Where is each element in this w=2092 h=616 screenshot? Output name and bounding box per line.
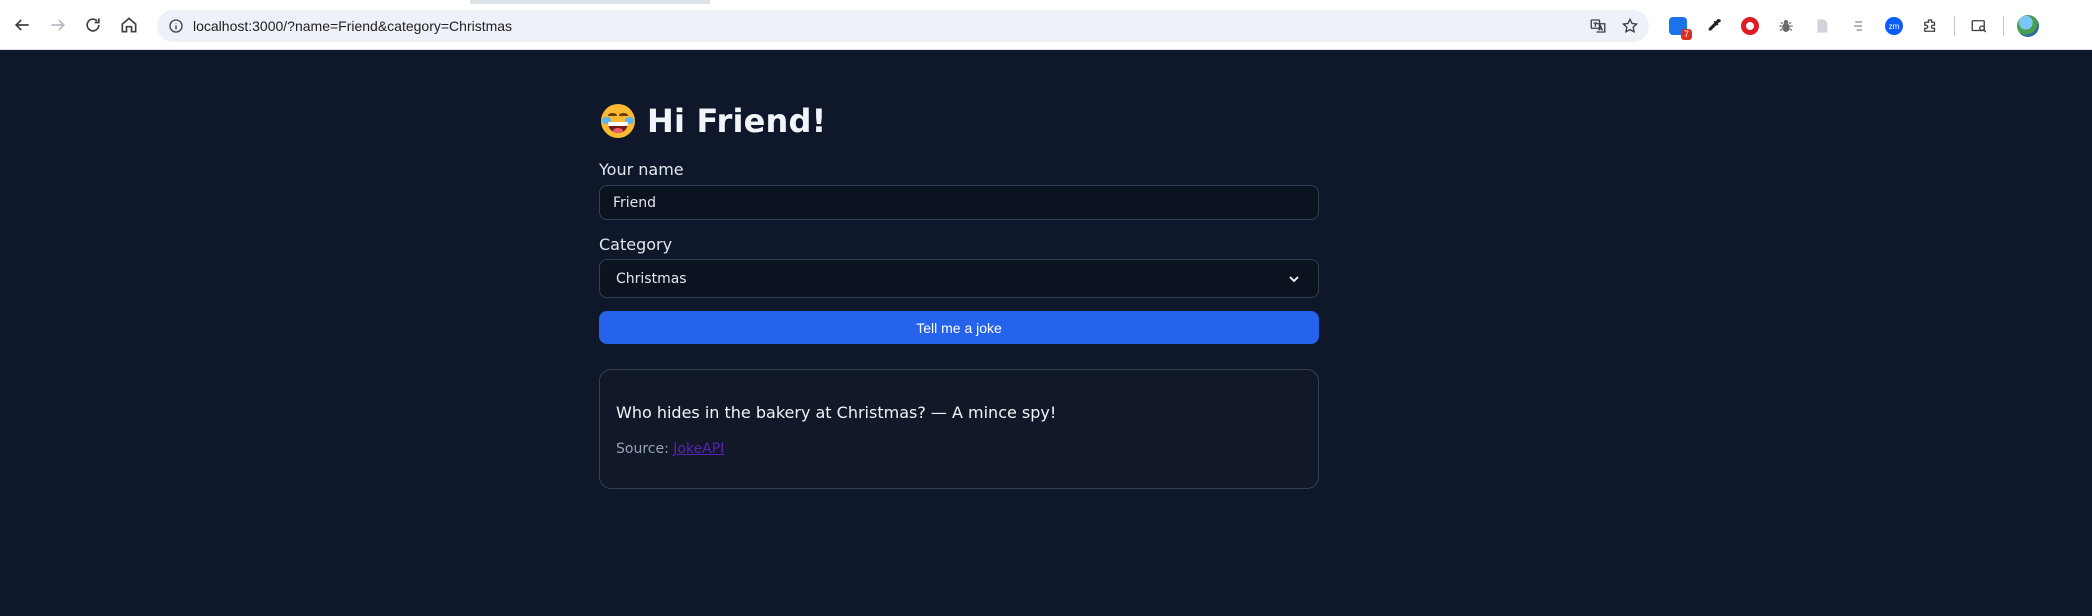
page-heading: Hi Friend!	[601, 102, 826, 140]
category-label: Category	[599, 235, 673, 254]
back-arrow-icon	[14, 19, 29, 31]
extension-meet-icon[interactable]: 7	[1660, 9, 1696, 43]
source-link[interactable]: JokeAPI	[673, 441, 724, 457]
category-select[interactable]: Christmas	[599, 259, 1319, 298]
home-button[interactable]	[111, 7, 147, 43]
page-body: Hi Friend! Your name Category Christmas …	[0, 50, 2092, 616]
url-text[interactable]: localhost:3000/?name=Friend&category=Chr…	[193, 18, 512, 34]
page-title: Hi Friend!	[647, 102, 827, 140]
list-icon[interactable]	[1840, 9, 1876, 43]
forward-arrow-icon	[51, 19, 66, 31]
joke-text: Who hides in the bakery at Christmas? — …	[616, 403, 1057, 422]
name-input[interactable]	[599, 185, 1319, 220]
toolbar-separator	[2003, 16, 2004, 36]
joke-source: Source: JokeAPI	[616, 441, 724, 457]
site-info-icon[interactable]	[161, 11, 191, 41]
puzzle-extensions-icon[interactable]	[1912, 9, 1948, 43]
extension-badge: 7	[1680, 29, 1692, 40]
bug-icon[interactable]	[1768, 9, 1804, 43]
reload-icon	[86, 18, 100, 32]
back-button[interactable]	[4, 7, 40, 43]
source-prefix: Source:	[616, 441, 669, 457]
tab-strip	[0, 0, 2092, 4]
browser-toolbar: localhost:3000/?name=Friend&category=Chr…	[0, 0, 2092, 50]
opera-icon[interactable]	[1732, 9, 1768, 43]
toolbar-separator	[1954, 16, 1955, 36]
joke-card: Who hides in the bakery at Christmas? — …	[599, 369, 1319, 489]
profile-avatar[interactable]	[2010, 9, 2046, 43]
eyedropper-icon[interactable]	[1696, 9, 1732, 43]
document-icon[interactable]	[1804, 9, 1840, 43]
forward-button[interactable]	[40, 7, 76, 43]
zoom-extension-icon[interactable]: zm	[1876, 9, 1912, 43]
home-icon	[121, 17, 137, 33]
laughing-emoji-icon	[601, 104, 635, 138]
translate-icon[interactable]	[1587, 15, 1609, 37]
bookmark-star-icon[interactable]	[1619, 15, 1641, 37]
tell-joke-button[interactable]: Tell me a joke	[599, 311, 1319, 344]
chevron-down-icon	[1289, 275, 1299, 282]
name-label: Your name	[599, 160, 684, 179]
extensions-area: 7 zm	[1660, 9, 2046, 43]
reload-button[interactable]	[75, 7, 111, 43]
address-bar[interactable]: localhost:3000/?name=Friend&category=Chr…	[157, 10, 1649, 42]
tab-search-icon[interactable]	[1961, 9, 1997, 43]
category-selected-value: Christmas	[616, 270, 687, 287]
